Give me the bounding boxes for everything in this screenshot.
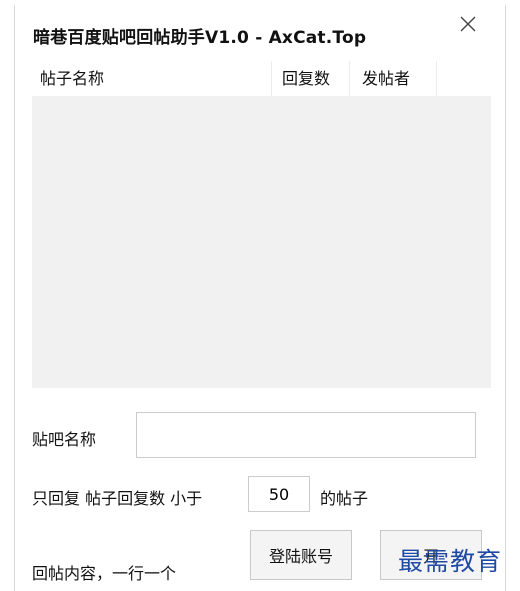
- post-list[interactable]: 帖子名称 回复数 发帖者: [32, 61, 491, 388]
- tieba-name-label: 贴吧名称: [32, 430, 97, 449]
- column-header-reply-count[interactable]: 回复数: [271, 61, 349, 96]
- column-header-post-title[interactable]: 帖子名称: [32, 61, 271, 96]
- reply-condition-suffix: 的帖子: [320, 489, 369, 508]
- column-header-extra: [436, 61, 491, 96]
- post-list-header: 帖子名称 回复数 发帖者: [32, 61, 491, 96]
- close-icon: [460, 16, 476, 32]
- login-button[interactable]: 登陆账号: [250, 530, 352, 580]
- post-list-body[interactable]: [32, 96, 491, 388]
- close-button[interactable]: [455, 11, 481, 37]
- column-header-author[interactable]: 发帖者: [349, 61, 436, 96]
- reply-content-label: 回帖内容，一行一个: [32, 564, 177, 583]
- tieba-name-input[interactable]: [136, 412, 476, 458]
- watermark-logo: 最需教育: [398, 547, 503, 576]
- app-window: 暗巷百度贴吧回帖助手V1.0 - AxCat.Top 帖子名称 回复数 发帖者 …: [14, 5, 506, 591]
- reply-condition-prefix: 只回复 帖子回复数 小于: [32, 489, 203, 508]
- reply-threshold-input[interactable]: [248, 476, 310, 512]
- window-title: 暗巷百度贴吧回帖助手V1.0 - AxCat.Top: [33, 28, 367, 48]
